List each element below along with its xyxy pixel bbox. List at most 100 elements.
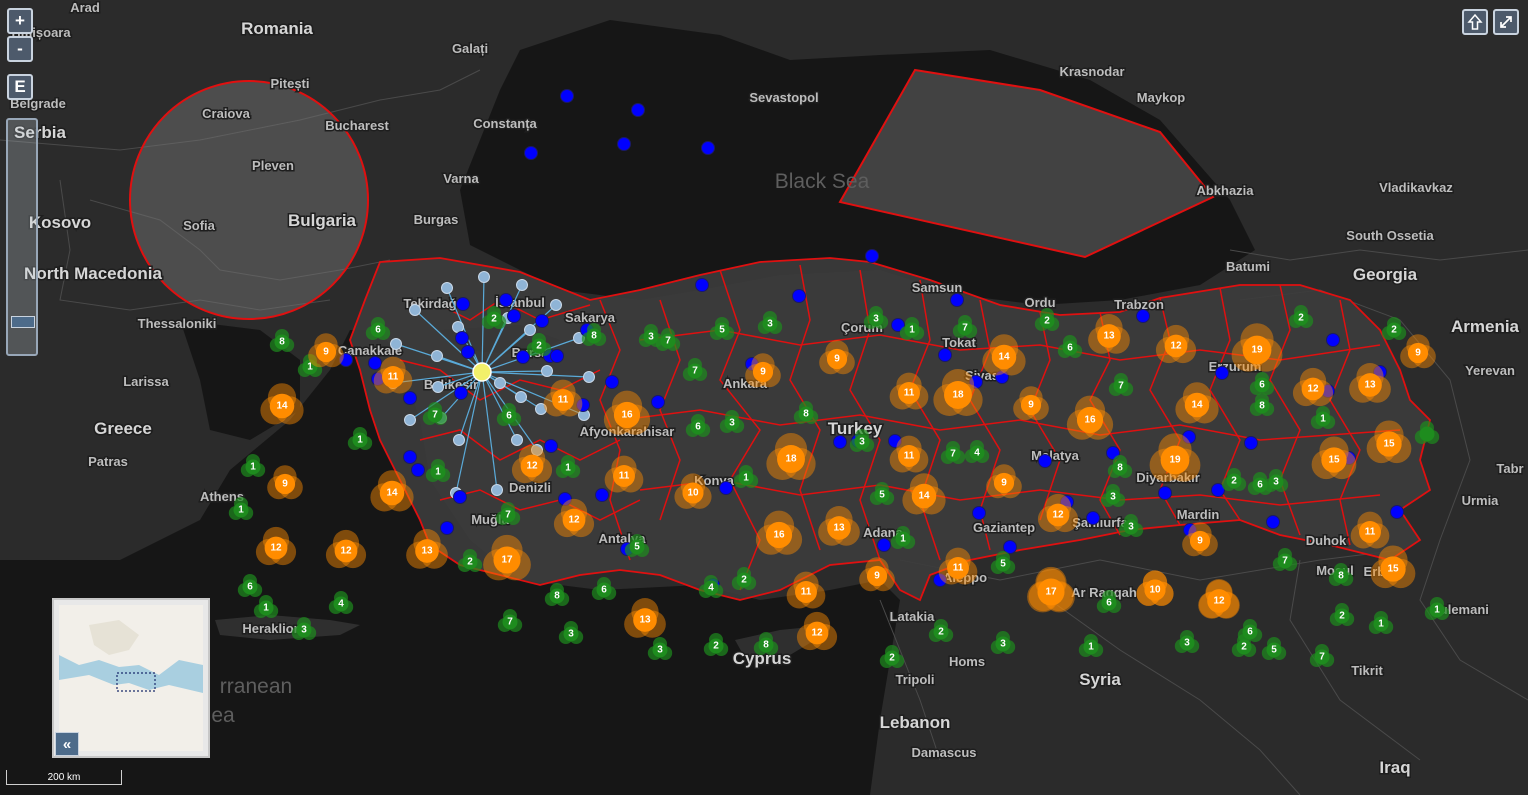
point-marker[interactable] [1038,454,1052,468]
overview-toggle-button[interactable]: « [55,732,79,756]
extent-button[interactable]: E [7,74,33,100]
spider-center[interactable] [472,362,492,382]
cluster-count: 1 [1434,605,1440,616]
spider-point[interactable] [541,365,553,377]
point-marker[interactable] [605,375,619,389]
zoom-slider-handle[interactable] [11,316,35,328]
cluster-count: 6 [695,422,701,433]
point-marker[interactable] [454,386,468,400]
cluster-count: 12 [1213,596,1225,607]
overview-map-canvas[interactable] [59,605,203,751]
zoom-out-button[interactable]: - [7,36,33,62]
point-marker[interactable] [440,521,454,535]
spider-point[interactable] [441,282,453,294]
point-marker[interactable] [516,350,530,364]
spider-point[interactable] [409,304,421,316]
home-button[interactable] [1462,9,1488,35]
cluster-count: 2 [536,341,542,352]
spider-point[interactable] [431,350,443,362]
cluster-count: 12 [526,461,538,472]
point-marker[interactable] [1086,511,1100,525]
point-marker[interactable] [535,314,549,328]
point-marker[interactable] [1266,515,1280,529]
cluster-count: 3 [648,332,654,343]
point-marker[interactable] [1158,486,1172,500]
cluster-count: 13 [421,546,433,557]
point-marker[interactable] [617,137,631,151]
point-marker[interactable] [560,89,574,103]
cluster-count: 2 [741,575,747,586]
zoom-in-button[interactable]: + [7,8,33,34]
cluster-count: 1 [1088,642,1094,653]
cluster-count: 4 [974,448,980,459]
point-marker[interactable] [403,450,417,464]
point-marker[interactable] [631,103,645,117]
point-marker[interactable] [950,293,964,307]
point-marker[interactable] [544,439,558,453]
point-marker[interactable] [651,395,665,409]
spider-point[interactable] [524,324,536,336]
point-marker[interactable] [1136,309,1150,323]
city-label: Samsun [912,280,963,295]
point-marker[interactable] [456,297,470,311]
point-marker[interactable] [411,463,425,477]
point-marker[interactable] [507,309,521,323]
cluster-count: 1 [900,534,906,545]
cluster-count: 11 [904,451,915,462]
fullscreen-button[interactable] [1493,9,1519,35]
point-marker[interactable] [1326,333,1340,347]
point-marker[interactable] [695,278,709,292]
zoom-slider[interactable] [6,118,38,356]
spider-point[interactable] [432,381,444,393]
cluster-count: 16 [773,530,785,541]
point-marker[interactable] [524,146,538,160]
up-arrow-icon [1467,14,1483,30]
spider-point[interactable] [550,299,562,311]
spider-point[interactable] [515,391,527,403]
spider-point[interactable] [511,434,523,446]
spider-point[interactable] [516,279,528,291]
cluster-count: 1 [250,462,256,473]
city-label: Sakarya [565,310,616,325]
point-marker[interactable] [499,293,513,307]
cluster-count: 3 [859,437,865,448]
point-marker[interactable] [701,141,715,155]
cluster-count: 10 [687,488,699,499]
point-marker[interactable] [1390,505,1404,519]
cluster-count: 12 [270,543,282,554]
point-marker[interactable] [461,345,475,359]
city-label: Varna [443,171,479,186]
point-marker[interactable] [865,249,879,263]
cluster-count: 7 [1319,652,1325,663]
map-canvas[interactable]: RomaniaBulgariaSerbiaKosovoNorth Macedon… [0,0,1528,795]
cluster-count: 17 [501,555,513,566]
point-marker[interactable] [972,506,986,520]
point-marker[interactable] [833,435,847,449]
point-marker[interactable] [403,391,417,405]
spider-point[interactable] [404,414,416,426]
cluster-count: 8 [1117,463,1123,474]
scale-bar: 200 km [6,770,122,785]
spider-point[interactable] [491,484,503,496]
cluster-count: 3 [568,629,574,640]
spider-point[interactable] [452,321,464,333]
spider-point[interactable] [583,371,595,383]
spider-point[interactable] [478,271,490,283]
spider-point[interactable] [494,377,506,389]
point-marker[interactable] [550,349,564,363]
point-marker[interactable] [1215,366,1229,380]
cluster-count: 5 [879,490,885,501]
cluster-count: 9 [1001,478,1007,489]
point-marker[interactable] [877,538,891,552]
point-marker[interactable] [792,289,806,303]
point-marker[interactable] [719,481,733,495]
point-marker[interactable] [368,356,382,370]
point-marker[interactable] [455,331,469,345]
spider-point[interactable] [390,338,402,350]
point-marker[interactable] [595,488,609,502]
point-marker[interactable] [453,490,467,504]
cluster-count: 7 [432,410,438,421]
point-marker[interactable] [1244,436,1258,450]
point-marker[interactable] [938,348,952,362]
spider-point[interactable] [453,434,465,446]
